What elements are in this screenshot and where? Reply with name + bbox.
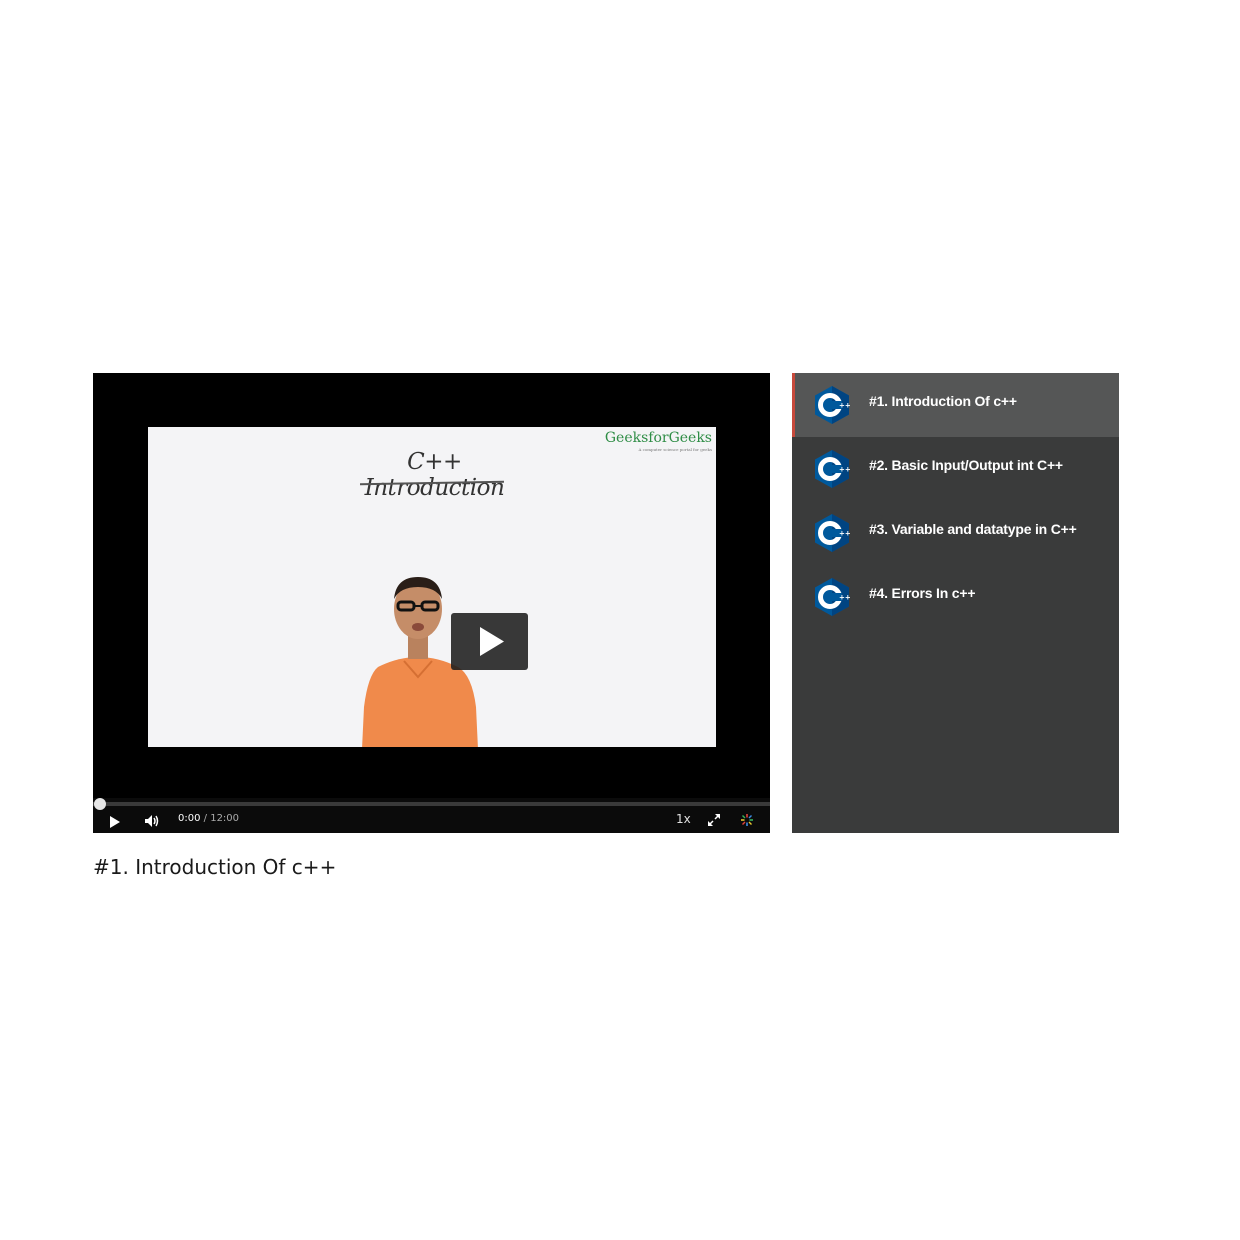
play-icon — [480, 627, 504, 656]
playlist-item-label: #2. Basic Input/Output int C++ — [869, 457, 1063, 473]
playlist-item-4[interactable]: ++ #4. Errors In c++ — [792, 565, 1119, 629]
play-button[interactable] — [109, 815, 121, 833]
progress-bar[interactable] — [93, 798, 770, 810]
time-display: 0:00 / 12:00 — [178, 813, 239, 824]
svg-text:++: ++ — [839, 594, 851, 602]
fullscreen-button[interactable] — [707, 813, 721, 832]
playlist-panel: ++ #1. Introduction Of c++ ++ #2. Basic … — [792, 373, 1119, 833]
video-frame: C++ Introduction GeeksforGeeks A compute… — [148, 427, 716, 747]
fullscreen-icon — [708, 814, 720, 826]
geeksforgeeks-logo: GeeksforGeeks A computer science portal … — [605, 430, 712, 452]
svg-text:++: ++ — [839, 402, 851, 410]
logo-tagline: A computer science portal for geeks — [638, 447, 712, 452]
play-icon — [110, 816, 120, 828]
playlist-item-1[interactable]: ++ #1. Introduction Of c++ — [792, 373, 1119, 437]
logo-text: GeeksforGeeks — [604, 430, 712, 446]
cpp-logo-icon: ++ — [815, 514, 851, 552]
spark-logo-icon — [741, 814, 753, 826]
cpp-logo-icon: ++ — [815, 450, 851, 488]
video-player[interactable]: C++ Introduction GeeksforGeeks A compute… — [93, 373, 770, 833]
big-play-button[interactable] — [451, 613, 528, 670]
player-controls: 0:00 / 12:00 1x — [93, 798, 770, 833]
cpp-logo-icon: ++ — [815, 578, 851, 616]
brand-logo-button[interactable] — [740, 813, 754, 832]
volume-button[interactable] — [144, 814, 160, 833]
current-time: 0:00 — [178, 813, 201, 824]
playlist-item-label: #3. Variable and datatype in C++ — [869, 521, 1077, 537]
svg-text:++: ++ — [839, 530, 851, 538]
svg-text:++: ++ — [839, 466, 851, 474]
scrub-handle[interactable] — [94, 798, 106, 810]
duration: / 12:00 — [203, 813, 240, 824]
video-title: #1. Introduction Of c++ — [93, 855, 337, 879]
whiteboard-text: C++ Introduction — [364, 449, 505, 501]
playlist-item-3[interactable]: ++ #3. Variable and datatype in C++ — [792, 501, 1119, 565]
volume-icon — [145, 815, 159, 827]
cpp-logo-icon: ++ — [815, 386, 851, 424]
playback-speed-button[interactable]: 1x — [676, 812, 691, 826]
playlist-item-label: #4. Errors In c++ — [869, 585, 976, 601]
playlist-item-2[interactable]: ++ #2. Basic Input/Output int C++ — [792, 437, 1119, 501]
playlist-item-label: #1. Introduction Of c++ — [869, 393, 1017, 409]
